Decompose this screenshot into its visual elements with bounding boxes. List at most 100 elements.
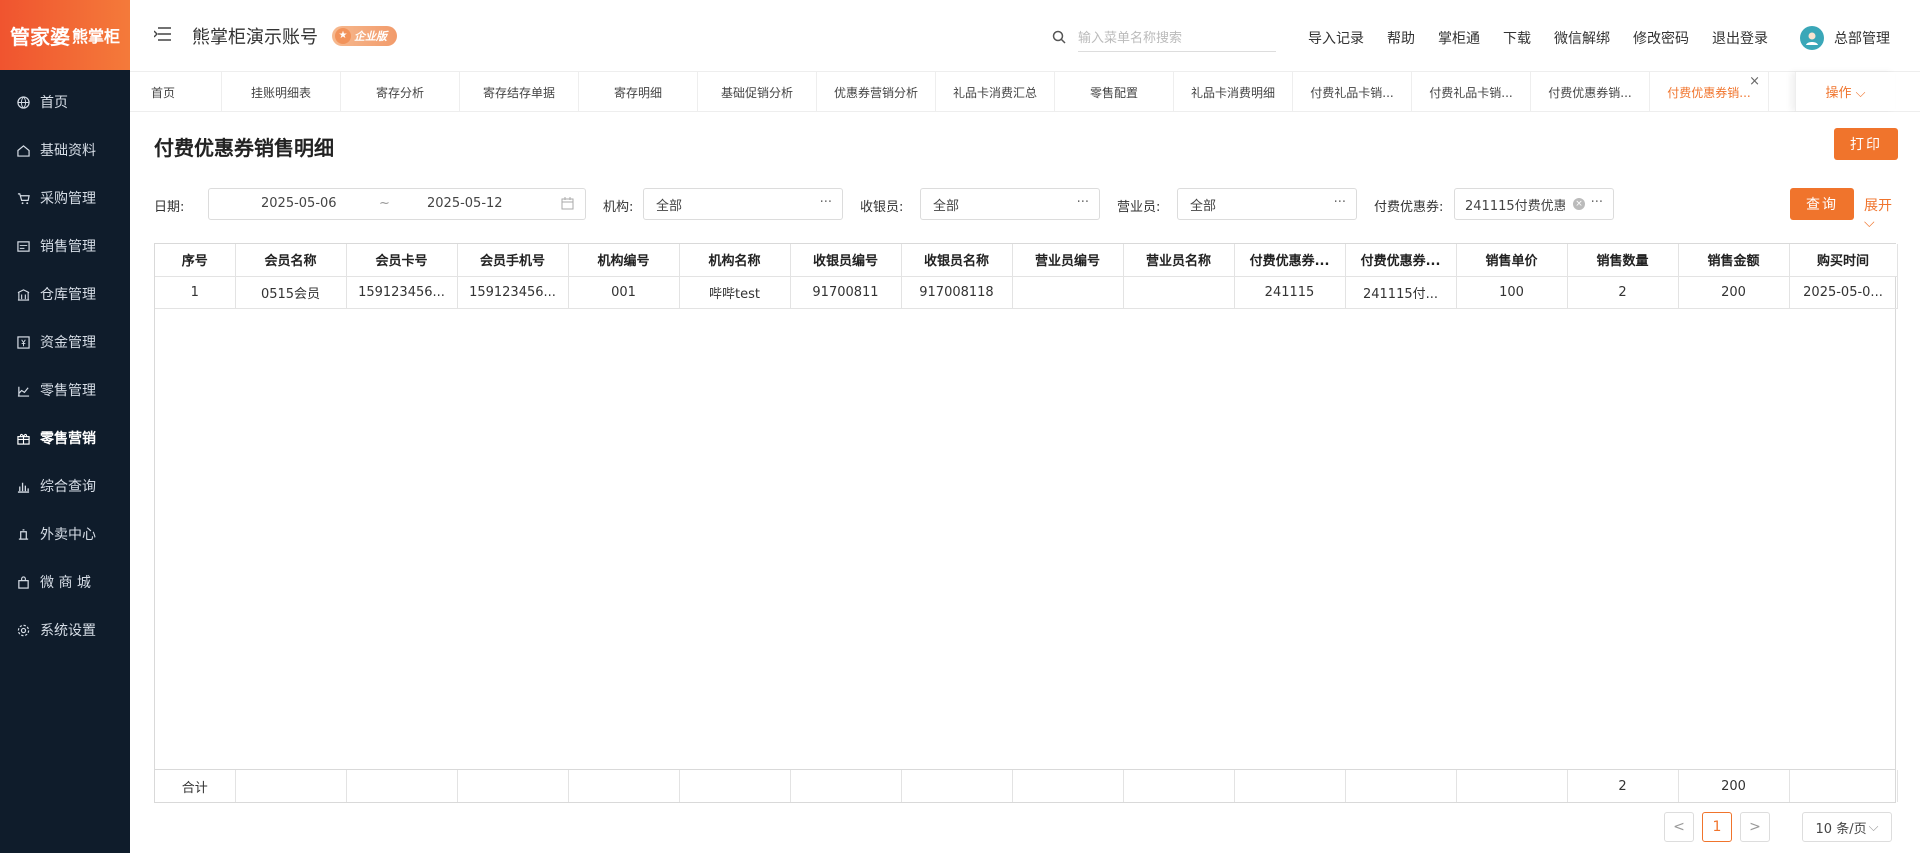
tab-11[interactable]: 付费礼品卡销... <box>1412 72 1531 112</box>
column-header[interactable]: 销售数量 <box>1567 244 1679 277</box>
expand-toggle[interactable]: 展开 ⌵ <box>1864 195 1900 231</box>
prev-page-button[interactable]: < <box>1664 812 1694 842</box>
sidebar-item-label: 仓库管理 <box>40 287 96 303</box>
menu-search-input[interactable] <box>1078 24 1276 52</box>
sidebar-item-9[interactable]: 外卖中心 <box>0 510 130 558</box>
tab-3[interactable]: 寄存结存单据 <box>460 72 579 112</box>
header-link-6[interactable]: 退出登录 <box>1712 28 1768 48</box>
more-dots-icon[interactable]: ··· <box>1077 195 1089 210</box>
brand-logo[interactable]: 管家婆 熊掌柜 <box>0 0 130 70</box>
page-number-button[interactable]: 1 <box>1702 812 1732 842</box>
summary-row: 合计 2 200 <box>155 770 1898 802</box>
column-header[interactable]: 机构编号 <box>568 244 680 277</box>
more-dots-icon[interactable]: ··· <box>820 195 832 210</box>
column-header[interactable]: 机构名称 <box>679 244 791 277</box>
column-header[interactable]: 营业员名称 <box>1123 244 1235 277</box>
tab-5[interactable]: 基础促销分析 <box>698 72 817 112</box>
column-header[interactable]: 购买时间 <box>1789 244 1898 277</box>
globe-icon <box>16 95 30 109</box>
avatar <box>1800 26 1824 50</box>
sidebar-item-2[interactable]: 采购管理 <box>0 174 130 222</box>
sidebar-item-4[interactable]: 仓库管理 <box>0 270 130 318</box>
tab-9[interactable]: 礼品卡消费明细 <box>1174 72 1293 112</box>
table-cell: 100 <box>1456 276 1568 309</box>
more-dots-icon[interactable]: ··· <box>1334 195 1346 210</box>
tab-12[interactable]: 付费优惠券销... <box>1531 72 1650 112</box>
close-icon[interactable]: × <box>1749 74 1760 89</box>
tab-actions-menu[interactable]: 操作 ⌵ <box>1795 72 1895 111</box>
header-link-1[interactable]: 帮助 <box>1387 28 1415 48</box>
edition-badge: ★ 企业版 <box>332 25 397 46</box>
page-size-select[interactable]: 10 条/页 ⌵ <box>1802 812 1892 842</box>
tab-7[interactable]: 礼品卡消费汇总 <box>936 72 1055 112</box>
column-header[interactable]: 付费优惠券... <box>1234 244 1346 277</box>
tab-8[interactable]: 零售配置 <box>1055 72 1174 112</box>
column-header[interactable]: 销售金额 <box>1678 244 1790 277</box>
menu-search <box>1052 24 1276 52</box>
table-cell: 159123456... <box>346 276 458 309</box>
sidebar-item-7[interactable]: 零售营销 <box>0 414 130 462</box>
org-select[interactable]: 全部 ··· <box>643 188 843 220</box>
print-button[interactable]: 打印 <box>1834 128 1898 160</box>
date-range-picker[interactable]: 2025-05-06 ~ 2025-05-12 <box>208 188 586 220</box>
sidebar-item-11[interactable]: 系统设置 <box>0 606 130 654</box>
sidebar-item-6[interactable]: 零售管理 <box>0 366 130 414</box>
receipt-icon <box>16 239 30 253</box>
tab-label: 挂账明细表 <box>250 85 311 100</box>
table-summary: 合计 2 200 <box>155 769 1898 802</box>
column-header[interactable]: 销售单价 <box>1456 244 1568 277</box>
sidebar-item-10[interactable]: 微 商 城 <box>0 558 130 606</box>
sidebar-item-1[interactable]: 基础资料 <box>0 126 130 174</box>
sidebar-item-label: 首页 <box>40 95 68 111</box>
query-button[interactable]: 查询 <box>1790 188 1854 220</box>
tab-2[interactable]: 寄存分析 <box>341 72 460 112</box>
sidebar-item-8[interactable]: 综合查询 <box>0 462 130 510</box>
tab-4[interactable]: 寄存明细 <box>579 72 698 112</box>
column-header[interactable]: 会员名称 <box>235 244 347 277</box>
column-header[interactable]: 收银员编号 <box>790 244 902 277</box>
header-link-0[interactable]: 导入记录 <box>1308 28 1364 48</box>
table-row[interactable]: 1 0515会员 159123456... 159123456... 001 哔哔test… <box>155 276 1898 309</box>
tab-1[interactable]: 挂账明细表 <box>222 72 341 112</box>
sidebar-item-5[interactable]: 资金管理 <box>0 318 130 366</box>
sidebar-item-label: 综合查询 <box>40 479 96 495</box>
sidebar-item-3[interactable]: 销售管理 <box>0 222 130 270</box>
coupon-label: 付费优惠券: <box>1374 200 1444 215</box>
column-header[interactable]: 会员手机号 <box>457 244 569 277</box>
more-dots-icon[interactable]: ··· <box>1591 195 1603 210</box>
bar-chart-icon <box>16 479 30 493</box>
tab-0[interactable]: 首页 <box>130 72 222 112</box>
tab-label: 付费礼品卡销... <box>1310 85 1394 100</box>
column-header[interactable]: 付费优惠券... <box>1345 244 1457 277</box>
header-link-2[interactable]: 掌柜通 <box>1438 28 1480 48</box>
table-cell: 1 <box>155 276 236 309</box>
sidebar-item-0[interactable]: 首页 <box>0 78 130 126</box>
next-page-button[interactable]: > <box>1740 812 1770 842</box>
sidebar-item-label: 资金管理 <box>40 335 96 351</box>
tab-label: 礼品卡消费明细 <box>1190 85 1275 100</box>
header-link-5[interactable]: 修改密码 <box>1633 28 1689 48</box>
clear-icon[interactable]: × <box>1573 198 1585 210</box>
column-header[interactable]: 序号 <box>155 244 236 277</box>
sidebar-nav: 首页基础资料 采购管理 销售管理仓库管理资金管理零售管理 零售营销综合查询外卖中心微 … <box>0 78 130 654</box>
column-header[interactable]: 营业员编号 <box>1012 244 1124 277</box>
coupon-select[interactable]: 241115付费优惠 × ··· <box>1454 188 1614 220</box>
menu-toggle-icon[interactable] <box>153 26 174 45</box>
calendar-icon[interactable] <box>561 197 574 214</box>
table-cell: 0515会员 <box>235 276 347 309</box>
tab-label: 付费礼品卡销... <box>1429 85 1513 100</box>
cashier-label: 收银员: <box>860 200 904 215</box>
data-table: 序号 会员名称 会员卡号 会员手机号 机构编号 机构名称 收银员编号 收银员名称 营业员编号 营业… <box>154 243 1898 803</box>
salesman-select[interactable]: 全部 ··· <box>1177 188 1357 220</box>
tab-label: 付费优惠券销... <box>1548 85 1632 100</box>
header-link-4[interactable]: 微信解绑 <box>1554 28 1610 48</box>
tab-10[interactable]: 付费礼品卡销... <box>1293 72 1412 112</box>
column-header[interactable]: 会员卡号 <box>346 244 458 277</box>
cashier-select[interactable]: 全部 ··· <box>920 188 1100 220</box>
tab-6[interactable]: 优惠券营销分析 <box>817 72 936 112</box>
user-menu[interactable]: 总部管理 <box>1800 26 1890 50</box>
tab-13[interactable]: 付费优惠券销... × <box>1650 72 1769 112</box>
header-link-3[interactable]: 下载 <box>1503 28 1531 48</box>
column-header[interactable]: 收银员名称 <box>901 244 1013 277</box>
bag-icon <box>16 575 30 589</box>
